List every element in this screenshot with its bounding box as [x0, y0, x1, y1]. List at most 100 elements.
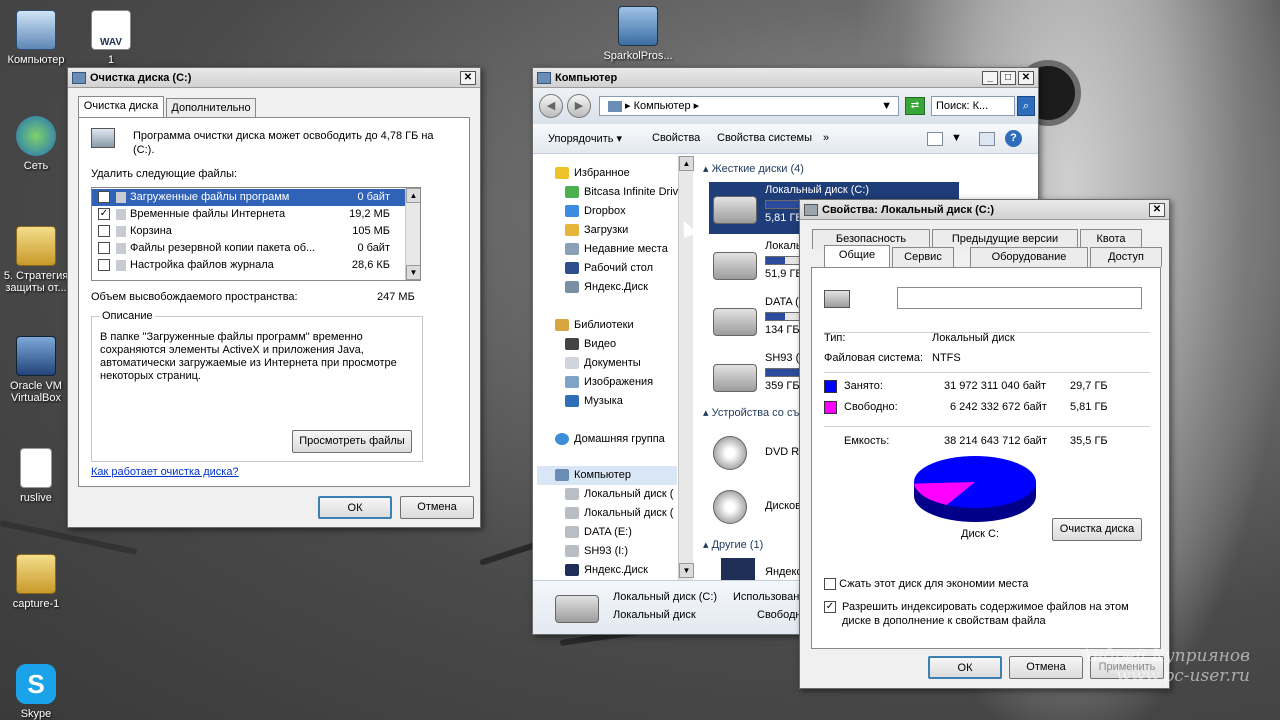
- cleanup-titlebar[interactable]: Очистка диска (C:) ✕: [68, 68, 480, 88]
- nav-item[interactable]: Рабочий стол: [565, 259, 653, 278]
- explorer-titlebar[interactable]: Компьютер _ □ ✕: [533, 68, 1038, 88]
- file-row[interactable]: ✓ Загруженные файлы программ 0 байт: [92, 189, 406, 206]
- address-bar[interactable]: ▸ Компьютер ▸ ▼: [599, 96, 899, 116]
- desktop-icon-computer[interactable]: Компьютер: [1, 10, 71, 66]
- desktop-icon-sparkol[interactable]: SparkolPros...: [603, 6, 673, 62]
- tab-top-1[interactable]: Предыдущие версии: [932, 229, 1078, 249]
- bd-drive-label[interactable]: Дисков: [765, 500, 801, 512]
- compress-label: Сжать этот диск для экономии места: [839, 578, 1029, 590]
- nav-item[interactable]: DATA (E:): [565, 523, 632, 542]
- close-icon[interactable]: ✕: [460, 70, 476, 85]
- properties-titlebar[interactable]: Свойства: Локальный диск (C:) ✕: [800, 200, 1169, 220]
- drive-name-input[interactable]: [897, 287, 1142, 309]
- view-files-button[interactable]: Просмотреть файлы: [292, 430, 412, 453]
- tab-bottom-1[interactable]: Сервис: [892, 247, 954, 267]
- index-row[interactable]: ✓ Разрешить индексировать содержимое файл…: [824, 600, 1144, 628]
- compress-checkbox[interactable]: [824, 578, 836, 591]
- cancel-button[interactable]: Отмена: [400, 496, 474, 519]
- back-arrow-icon[interactable]: ◀: [539, 94, 563, 118]
- file-checkbox[interactable]: [98, 225, 110, 238]
- drive-free-text: 359 ГБ: [765, 380, 800, 392]
- drive-name[interactable]: DATA (: [765, 296, 799, 308]
- help-icon[interactable]: ?: [1005, 130, 1022, 147]
- tab-bottom-3[interactable]: Доступ: [1090, 247, 1162, 267]
- views-icon[interactable]: [927, 132, 943, 146]
- tab-more-options[interactable]: Дополнительно: [166, 98, 256, 118]
- files-list[interactable]: ✓ Загруженные файлы программ 0 байт ✓ Времен…: [91, 187, 421, 281]
- file-row[interactable]: Корзина 105 МБ: [92, 223, 406, 240]
- search-icon[interactable]: ⌕: [1017, 96, 1035, 116]
- files-scrollbar[interactable]: ▲ ▼: [405, 188, 420, 280]
- tab-bottom-2[interactable]: Оборудование: [970, 247, 1088, 267]
- nav-item[interactable]: Яндекс.Диск: [565, 278, 648, 297]
- scroll-up-icon[interactable]: ▲: [406, 188, 420, 203]
- forward-arrow-icon[interactable]: ▶: [567, 94, 591, 118]
- nav-favorites[interactable]: Избранное: [555, 164, 630, 183]
- nav-item[interactable]: Загрузки: [565, 221, 628, 240]
- nav-computer[interactable]: Компьютер: [555, 466, 631, 485]
- nav-libraries[interactable]: Библиотеки: [555, 316, 634, 335]
- nav-item[interactable]: Bitcasa Infinite Driv: [565, 183, 678, 202]
- more-commands-button[interactable]: »: [823, 132, 829, 144]
- nav-item[interactable]: Локальный диск (: [565, 485, 673, 504]
- file-checkbox[interactable]: [98, 259, 110, 272]
- section-hard-drives[interactable]: ▴ Жесткие диски (4): [703, 162, 804, 175]
- minimize-icon[interactable]: _: [982, 70, 998, 85]
- file-row[interactable]: Файлы резервной копии пакета об... 0 байт: [92, 240, 406, 257]
- scroll-down-icon[interactable]: ▼: [679, 563, 694, 578]
- properties-button[interactable]: Свойства: [652, 132, 700, 144]
- desktop-icon-strategy[interactable]: 5. Стратегия защиты от...: [1, 226, 71, 294]
- drive-name[interactable]: Локаль: [765, 240, 802, 252]
- ok-button[interactable]: ОК: [928, 656, 1002, 679]
- how-cleanup-works-link[interactable]: Как работает очистка диска?: [91, 466, 239, 478]
- chevron-down-icon[interactable]: ▼: [951, 132, 962, 144]
- nav-item[interactable]: SH93 (I:): [565, 542, 628, 561]
- nav-item[interactable]: Документы: [565, 354, 641, 373]
- desktop-icon-network[interactable]: Сеть: [1, 116, 71, 172]
- file-checkbox[interactable]: ✓: [98, 191, 110, 204]
- nav-item[interactable]: Изображения: [565, 373, 653, 392]
- desktop-icon-wav[interactable]: WAV 1: [76, 10, 146, 66]
- yandex-disk-label[interactable]: Яндекс: [765, 566, 802, 578]
- nav-homegroup[interactable]: Домашняя группа: [555, 430, 665, 449]
- search-input[interactable]: Поиск: К...: [931, 96, 1015, 116]
- compress-row[interactable]: Сжать этот диск для экономии места: [824, 578, 1029, 591]
- nav-item-icon: [565, 395, 579, 408]
- desktop-icon-virtualbox[interactable]: Oracle VM VirtualBox: [1, 336, 71, 404]
- file-row[interactable]: Настройка файлов журнала 28,6 КБ: [92, 257, 406, 274]
- desktop-icon-capture[interactable]: capture-1: [1, 554, 71, 610]
- cleanup-intro-text: Программа очистки диска может освободить…: [133, 130, 434, 156]
- disk-cleanup-button[interactable]: Очистка диска: [1052, 518, 1142, 541]
- nav-item[interactable]: Dropbox: [565, 202, 626, 221]
- drive-name[interactable]: SH93 (: [765, 352, 799, 364]
- tab-disk-cleanup[interactable]: Очистка диска: [78, 96, 164, 118]
- drive-name[interactable]: Локальный диск (C:): [765, 184, 869, 196]
- tab-bottom-0[interactable]: Общие: [824, 245, 890, 267]
- nav-item[interactable]: Локальный диск (: [565, 504, 673, 523]
- ok-button[interactable]: ОК: [318, 496, 392, 519]
- system-properties-button[interactable]: Свойства системы: [717, 132, 812, 144]
- section-removable[interactable]: ▴ Устройства со съ...: [703, 406, 809, 419]
- nav-item[interactable]: Яндекс.Диск: [565, 561, 648, 580]
- file-row[interactable]: ✓ Временные файлы Интернета 19,2 МБ: [92, 206, 406, 223]
- desktop-icon-skype[interactable]: S Skype: [1, 664, 71, 720]
- maximize-icon[interactable]: □: [1000, 70, 1016, 85]
- nav-item[interactable]: Видео: [565, 335, 616, 354]
- preview-pane-icon[interactable]: [979, 132, 995, 146]
- tab-top-2[interactable]: Квота: [1080, 229, 1142, 249]
- nav-item[interactable]: Музыка: [565, 392, 623, 411]
- file-checkbox[interactable]: [98, 242, 110, 255]
- close-icon[interactable]: ✕: [1018, 70, 1034, 85]
- close-icon[interactable]: ✕: [1149, 202, 1165, 217]
- disk-label: Диск C:: [961, 528, 999, 540]
- index-checkbox[interactable]: ✓: [824, 601, 836, 613]
- desktop-icon-ruslive[interactable]: ruslive: [1, 448, 71, 504]
- refresh-icon[interactable]: ⇄: [905, 97, 925, 115]
- section-other[interactable]: ▴ Другие (1): [703, 538, 763, 551]
- file-checkbox[interactable]: ✓: [98, 208, 110, 221]
- nav-item[interactable]: Недавние места: [565, 240, 668, 259]
- scroll-down-icon[interactable]: ▼: [406, 265, 420, 280]
- chevron-down-icon[interactable]: ▼: [881, 97, 892, 115]
- scroll-up-icon[interactable]: ▲: [679, 156, 694, 171]
- organize-button[interactable]: Упорядочить ▾: [548, 132, 622, 145]
